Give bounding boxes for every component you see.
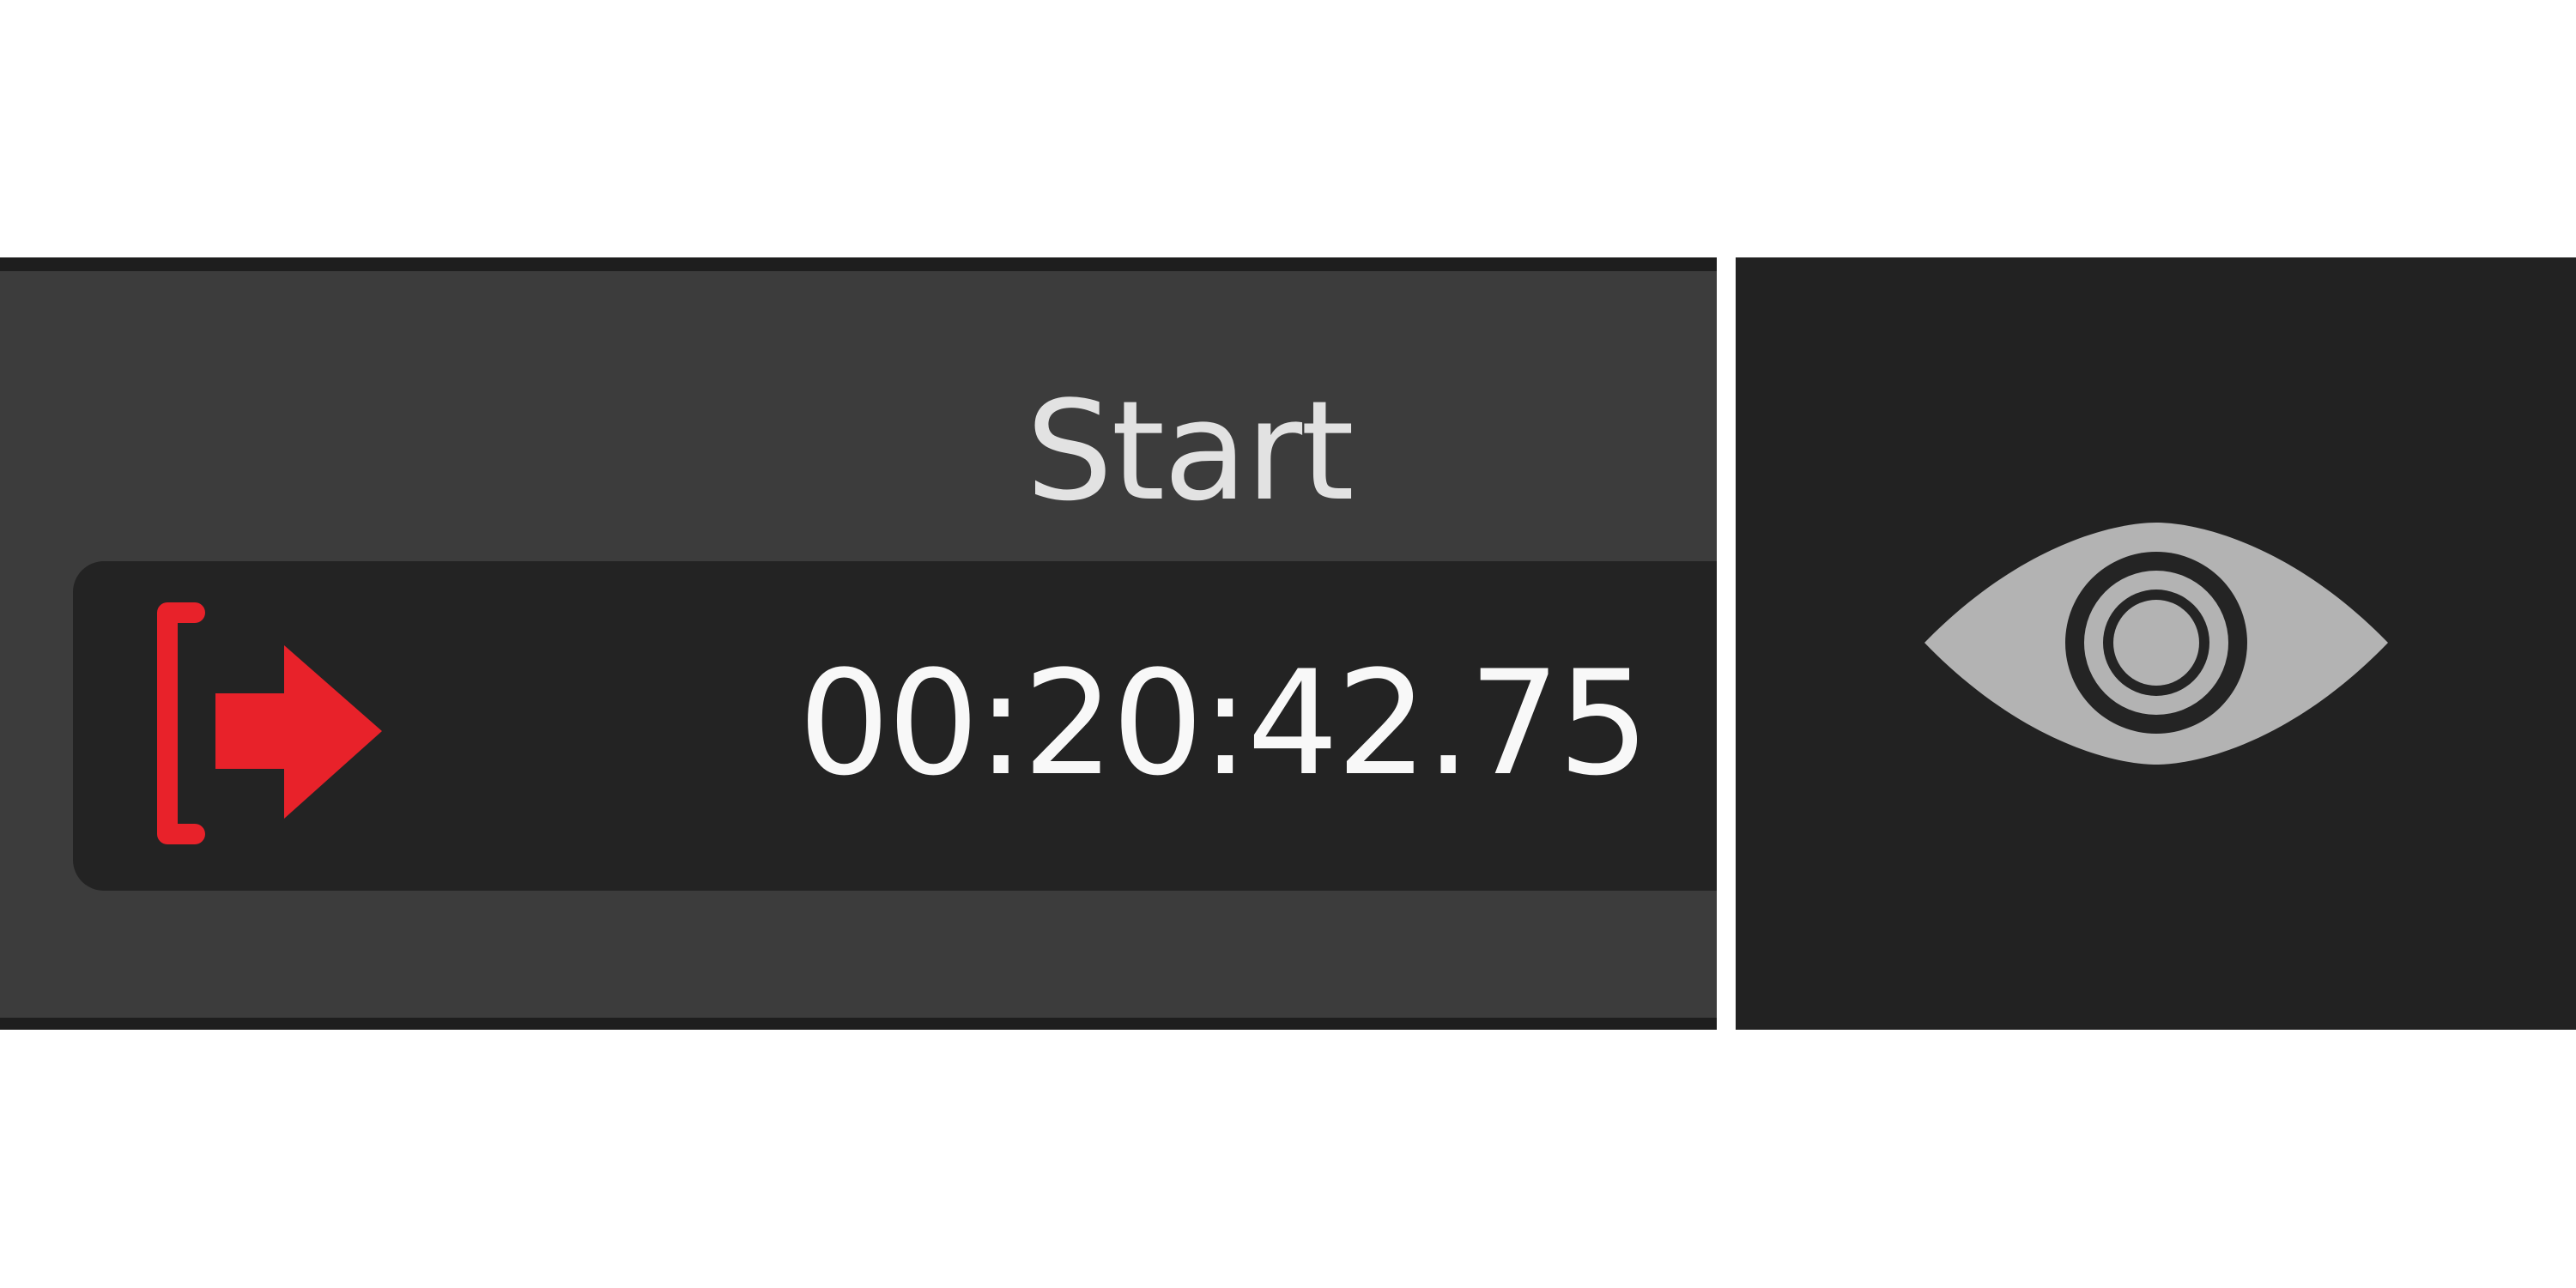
- panel-divider: [1717, 257, 1736, 1030]
- video-editor-snippet: Start 00:20:42.75: [0, 0, 2576, 1288]
- start-label: Start: [1026, 371, 1355, 531]
- eye-icon[interactable]: [1916, 516, 2397, 773]
- visibility-panel: [1736, 257, 2576, 1030]
- start-time-value[interactable]: 00:20:42.75: [798, 651, 1650, 795]
- start-time-panel: Start 00:20:42.75: [0, 257, 1717, 1030]
- start-time-field[interactable]: 00:20:42.75: [73, 561, 1717, 891]
- bracket-arrow-right-icon[interactable]: [133, 594, 399, 851]
